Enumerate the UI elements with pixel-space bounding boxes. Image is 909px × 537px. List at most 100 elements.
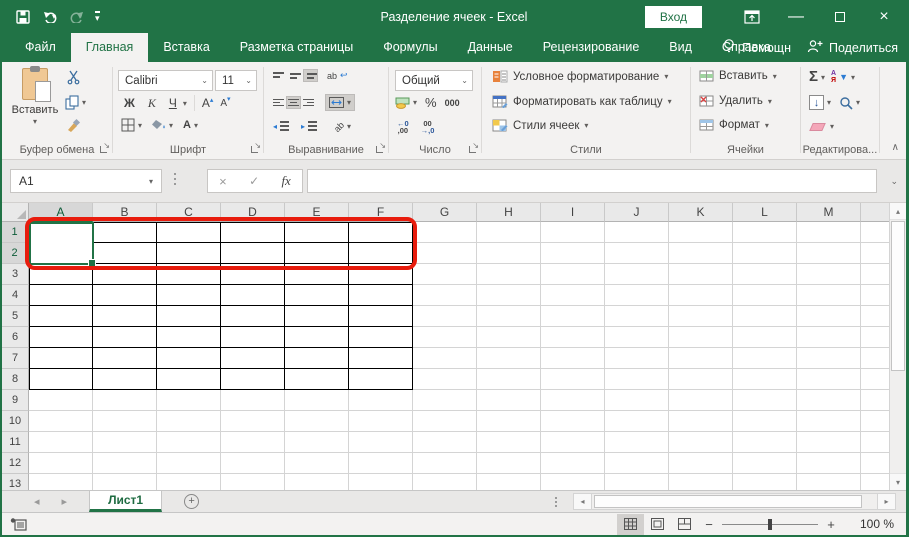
delete-cells-dropdown-icon[interactable]: ▾ — [768, 97, 772, 106]
confirm-entry-icon[interactable]: ✓ — [249, 174, 259, 188]
cell-A9[interactable] — [29, 390, 93, 411]
cell-B7[interactable] — [93, 348, 157, 369]
tab-Данные[interactable]: Данные — [453, 33, 528, 62]
number-format-combobox[interactable]: Общий⌄ — [395, 70, 473, 91]
cell-D6[interactable] — [221, 327, 285, 348]
normal-view-button[interactable] — [617, 514, 644, 535]
cell-J10[interactable] — [605, 411, 669, 432]
column-header-J[interactable]: J — [605, 203, 669, 222]
sign-in-button[interactable]: Вход — [645, 6, 702, 28]
cell-K7[interactable] — [669, 348, 733, 369]
tab-Вид[interactable]: Вид — [654, 33, 707, 62]
copy-button[interactable]: ▾ — [65, 95, 86, 110]
column-header-F[interactable]: F — [349, 203, 413, 222]
format-painter-button[interactable] — [66, 118, 81, 136]
paste-dropdown-icon[interactable]: ▾ — [33, 117, 37, 126]
cancel-entry-icon[interactable]: × — [219, 174, 227, 189]
row-header-13[interactable]: 13 — [2, 474, 29, 490]
cell-C6[interactable] — [157, 327, 221, 348]
scroll-left-icon[interactable]: ◂ — [573, 493, 592, 510]
italic-button[interactable]: К — [145, 96, 159, 111]
cell-C4[interactable] — [157, 285, 221, 306]
cell-D8[interactable] — [221, 369, 285, 390]
cell-A10[interactable] — [29, 411, 93, 432]
number-dialog-launcher-icon[interactable] — [468, 144, 478, 154]
cell-B4[interactable] — [93, 285, 157, 306]
wrap-text-button[interactable]: ab↩ — [327, 70, 348, 81]
cell-E12[interactable] — [285, 453, 349, 474]
format-cells-dropdown-icon[interactable]: ▾ — [765, 121, 769, 130]
cell-L12[interactable] — [733, 453, 797, 474]
sort-filter-button[interactable]: АЯ ▼ ▾ — [831, 70, 855, 84]
next-sheet-icon[interactable]: ▸ — [62, 491, 68, 512]
cell-L11[interactable] — [733, 432, 797, 453]
horizontal-scrollbar-thumb[interactable] — [594, 495, 862, 508]
cell-H1[interactable] — [477, 222, 541, 243]
cell-E8[interactable] — [285, 369, 349, 390]
paste-button[interactable]: Вставить ▾ — [10, 68, 60, 142]
cell-G2[interactable] — [413, 243, 477, 264]
cell-A3[interactable] — [29, 264, 93, 285]
insert-cells-dropdown-icon[interactable]: ▾ — [773, 72, 777, 81]
cell-I5[interactable] — [541, 306, 605, 327]
cell-K2[interactable] — [669, 243, 733, 264]
cell-G3[interactable] — [413, 264, 477, 285]
number-format-dropdown-icon[interactable]: ⌄ — [461, 76, 468, 85]
cell-H5[interactable] — [477, 306, 541, 327]
align-middle-button[interactable] — [287, 70, 300, 81]
scroll-down-icon[interactable]: ▾ — [890, 473, 906, 490]
cell-K8[interactable] — [669, 369, 733, 390]
borders-dropdown-icon[interactable]: ▾ — [138, 121, 142, 130]
formula-bar-resize-handle[interactable] — [174, 173, 176, 185]
cell-J1[interactable] — [605, 222, 669, 243]
cell-E13[interactable] — [285, 474, 349, 490]
font-name-dropdown-icon[interactable]: ⌄ — [201, 76, 208, 85]
cell-A6[interactable] — [29, 327, 93, 348]
cell-K11[interactable] — [669, 432, 733, 453]
cell-K1[interactable] — [669, 222, 733, 243]
share-label[interactable]: Поделиться — [829, 41, 898, 55]
undo-button[interactable]: ▾ — [43, 11, 56, 23]
copy-dropdown-icon[interactable]: ▾ — [82, 98, 86, 107]
cell-L1[interactable] — [733, 222, 797, 243]
cell-D4[interactable] — [221, 285, 285, 306]
cell-M7[interactable] — [797, 348, 861, 369]
cell-L9[interactable] — [733, 390, 797, 411]
select-all-corner[interactable] — [2, 203, 29, 222]
cell-H4[interactable] — [477, 285, 541, 306]
page-layout-view-button[interactable] — [644, 514, 671, 535]
row-header-4[interactable]: 4 — [2, 285, 29, 306]
insert-function-icon[interactable]: fx — [281, 173, 290, 189]
cell-C10[interactable] — [157, 411, 221, 432]
cell-L2[interactable] — [733, 243, 797, 264]
cell-F6[interactable] — [349, 327, 413, 348]
tell-me-label[interactable]: Помощн — [742, 41, 791, 55]
format-cells-button[interactable]: Формат ▾ — [699, 119, 769, 131]
cell-I10[interactable] — [541, 411, 605, 432]
cell-G10[interactable] — [413, 411, 477, 432]
cell-I3[interactable] — [541, 264, 605, 285]
delete-cells-button[interactable]: Удалить ▾ — [699, 95, 772, 107]
cell-J4[interactable] — [605, 285, 669, 306]
horizontal-scrollbar[interactable]: ◂ ▸ — [555, 493, 896, 510]
cell-C3[interactable] — [157, 264, 221, 285]
cell-D5[interactable] — [221, 306, 285, 327]
cell-J12[interactable] — [605, 453, 669, 474]
column-header-G[interactable]: G — [413, 203, 477, 222]
cell-M13[interactable] — [797, 474, 861, 490]
cell-C5[interactable] — [157, 306, 221, 327]
row-header-3[interactable]: 3 — [2, 264, 29, 285]
cell-G6[interactable] — [413, 327, 477, 348]
cell-E2[interactable] — [285, 243, 349, 264]
align-right-button[interactable] — [304, 97, 317, 108]
redo-dropdown-icon[interactable]: ▾ — [78, 12, 82, 21]
cell-L10[interactable] — [733, 411, 797, 432]
cell-I13[interactable] — [541, 474, 605, 490]
cell-H2[interactable] — [477, 243, 541, 264]
tab-Разметка страницы[interactable]: Разметка страницы — [225, 33, 368, 62]
cell-I9[interactable] — [541, 390, 605, 411]
column-header-H[interactable]: H — [477, 203, 541, 222]
cell-J13[interactable] — [605, 474, 669, 490]
cell-H12[interactable] — [477, 453, 541, 474]
cell-D1[interactable] — [221, 222, 285, 243]
